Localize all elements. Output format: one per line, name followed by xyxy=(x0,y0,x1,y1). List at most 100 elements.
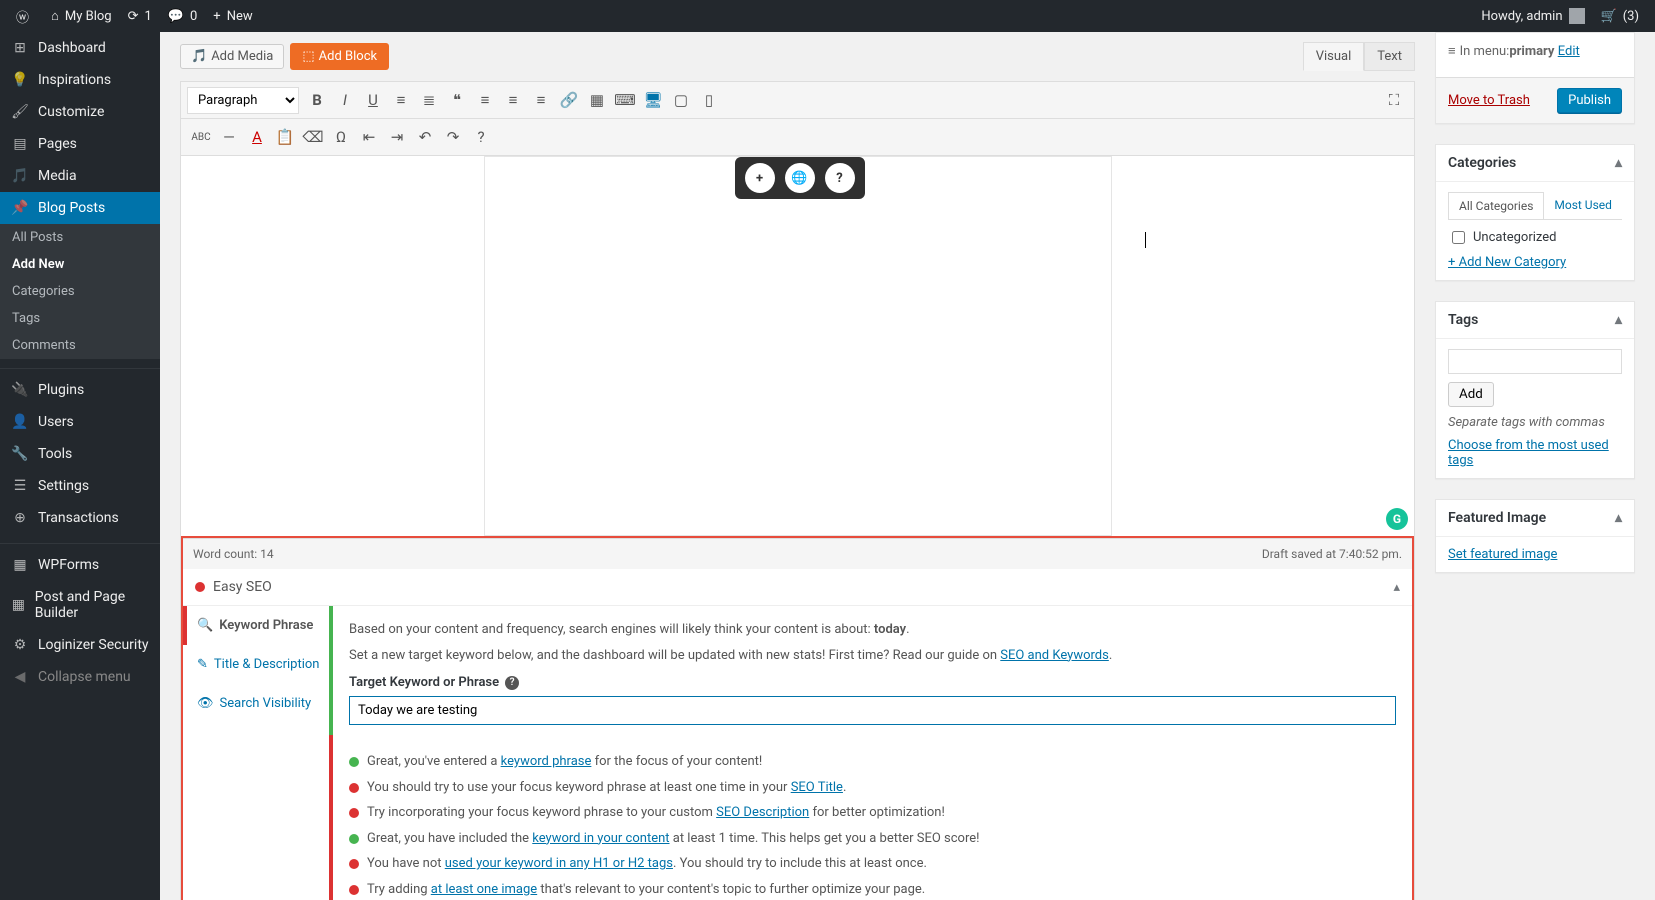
visual-tab[interactable]: Visual xyxy=(1303,42,1365,71)
menu-customize[interactable]: 🖌Customize xyxy=(0,96,160,128)
menu-plugins[interactable]: 🔌Plugins xyxy=(0,374,160,406)
grammarly-icon[interactable]: G xyxy=(1386,508,1408,530)
bold-button[interactable]: B xyxy=(303,86,331,114)
seo-link[interactable]: SEO Title xyxy=(791,780,843,795)
menu-inspirations[interactable]: 💡Inspirations xyxy=(0,64,160,96)
float-help-button[interactable]: ? xyxy=(825,163,855,193)
seo-link[interactable]: at least one image xyxy=(431,882,537,897)
tag-input[interactable] xyxy=(1448,349,1622,374)
align-right-button[interactable]: ≡ xyxy=(527,86,555,114)
target-keyword-input[interactable] xyxy=(349,696,1396,725)
publish-button[interactable]: Publish xyxy=(1557,88,1622,113)
seo-link[interactable]: used your keyword in any H1 or H2 tags xyxy=(445,856,673,871)
sub-tags[interactable]: Tags xyxy=(0,305,160,332)
ul-button[interactable]: ≡ xyxy=(387,86,415,114)
wpforms-icon: ▦ xyxy=(10,557,30,573)
underline-button[interactable]: U xyxy=(359,86,387,114)
add-category-link[interactable]: + Add New Category xyxy=(1448,255,1566,270)
seo-panel-header[interactable]: Easy SEO ▴ xyxy=(183,569,1412,606)
site-home[interactable]: ⌂My Blog xyxy=(43,0,120,32)
device-desktop-button[interactable]: 🖥 xyxy=(639,86,667,114)
menu-ppb[interactable]: ▦Post and Page Builder xyxy=(0,581,160,629)
align-left-button[interactable]: ≡ xyxy=(471,86,499,114)
seo-check-item: You should try to use your focus keyword… xyxy=(349,775,1396,801)
italic-button[interactable]: I xyxy=(331,86,359,114)
keyboard-button[interactable]: ⌨ xyxy=(611,86,639,114)
seo-keywords-link[interactable]: SEO and Keywords xyxy=(1000,648,1109,663)
help-icon[interactable]: ? xyxy=(505,676,519,690)
add-tag-button[interactable]: Add xyxy=(1448,382,1494,407)
menu-tools[interactable]: 🔧Tools xyxy=(0,438,160,470)
outdent-button[interactable]: ⇤ xyxy=(355,123,383,151)
tags-heading: Tags xyxy=(1448,312,1478,328)
cat-tab-all[interactable]: All Categories xyxy=(1448,192,1544,219)
text-tab[interactable]: Text xyxy=(1364,42,1415,71)
indent-button[interactable]: ⇥ xyxy=(383,123,411,151)
sub-categories[interactable]: Categories xyxy=(0,278,160,305)
seo-link[interactable]: SEO Description xyxy=(716,805,809,820)
sub-comments[interactable]: Comments xyxy=(0,332,160,359)
seo-tab-title[interactable]: ✎Title & Description xyxy=(183,645,332,684)
menu-dashboard[interactable]: ⊞Dashboard xyxy=(0,32,160,64)
featured-heading: Featured Image xyxy=(1448,510,1546,526)
menu-transactions[interactable]: ⊕Transactions xyxy=(0,502,160,534)
special-char-button[interactable]: Ω xyxy=(327,123,355,151)
ol-button[interactable]: ≣ xyxy=(415,86,443,114)
quote-button[interactable]: ❝ xyxy=(443,86,471,114)
collapse-icon: ◀ xyxy=(10,669,30,685)
float-add-button[interactable]: + xyxy=(745,163,775,193)
updates[interactable]: ⟳1 xyxy=(120,0,160,32)
device-tablet-button[interactable]: ▢ xyxy=(667,86,695,114)
help-icon[interactable]: ? xyxy=(467,123,495,151)
seo-toggle-icon[interactable]: ▴ xyxy=(1393,580,1400,595)
menu-media[interactable]: 🎵Media xyxy=(0,160,160,192)
seo-highlight-region: Word count: 14 Draft saved at 7:40:52 pm… xyxy=(181,536,1414,900)
seo-link[interactable]: keyword in your content xyxy=(532,831,669,846)
toggle-icon[interactable]: ▴ xyxy=(1615,312,1622,328)
comments-count[interactable]: 💬0 xyxy=(160,0,206,32)
undo-button[interactable]: ↶ xyxy=(411,123,439,151)
menu-users[interactable]: 👤Users xyxy=(0,406,160,438)
howdy-account[interactable]: Howdy, admin xyxy=(1473,0,1592,32)
seo-tab-keyword[interactable]: 🔍Keyword Phrase xyxy=(183,606,332,645)
add-block-button[interactable]: ⬚Add Block xyxy=(290,43,389,70)
sub-all-posts[interactable]: All Posts xyxy=(0,224,160,251)
redo-button[interactable]: ↷ xyxy=(439,123,467,151)
text-color-button[interactable]: A xyxy=(243,123,271,151)
expand-icon[interactable]: ⛶ xyxy=(1380,86,1408,114)
seo-link[interactable]: keyword phrase xyxy=(501,754,592,769)
choose-tags-link[interactable]: Choose from the most used tags xyxy=(1448,438,1609,468)
link-button[interactable]: 🔗 xyxy=(555,86,583,114)
menu-settings[interactable]: ☰Settings xyxy=(0,470,160,502)
more-button[interactable]: ▦ xyxy=(583,86,611,114)
cat-tab-mostused[interactable]: Most Used xyxy=(1544,192,1622,219)
move-to-trash-link[interactable]: Move to Trash xyxy=(1448,93,1530,108)
editor-area[interactable]: + 🌐 ? G xyxy=(181,156,1414,536)
toggle-icon[interactable]: ▴ xyxy=(1615,155,1622,171)
sub-add-new[interactable]: Add New xyxy=(0,251,160,278)
paste-button[interactable]: 📋 xyxy=(271,123,299,151)
cart[interactable]: 🛒(3) xyxy=(1593,0,1647,32)
hr-button[interactable]: — xyxy=(215,123,243,151)
new-content[interactable]: +New xyxy=(205,0,260,32)
menu-collapse[interactable]: ◀Collapse menu xyxy=(0,661,160,693)
abc-strike-button[interactable]: ABC xyxy=(187,123,215,151)
menu-pages[interactable]: ▤Pages xyxy=(0,128,160,160)
format-select[interactable]: Paragraph xyxy=(187,87,299,114)
align-center-button[interactable]: ≡ xyxy=(499,86,527,114)
set-featured-link[interactable]: Set featured image xyxy=(1448,547,1557,562)
in-menu-row: ≡ In menu: primary Edit xyxy=(1448,43,1622,59)
seo-status-dot xyxy=(195,582,205,592)
seo-tab-visibility[interactable]: 👁Search Visibility xyxy=(183,684,332,723)
float-globe-button[interactable]: 🌐 xyxy=(785,163,815,193)
toggle-icon[interactable]: ▴ xyxy=(1615,510,1622,526)
add-media-button[interactable]: 🎵Add Media xyxy=(180,44,284,69)
edit-menu-link[interactable]: Edit xyxy=(1558,44,1580,59)
wp-menu-icon[interactable]: ⓦ xyxy=(8,0,43,32)
menu-wpforms[interactable]: ▦WPForms xyxy=(0,549,160,581)
device-phone-button[interactable]: ▯ xyxy=(695,86,723,114)
uncategorized-checkbox[interactable] xyxy=(1452,231,1465,244)
menu-blog-posts[interactable]: 📌Blog Posts xyxy=(0,192,160,224)
clear-format-button[interactable]: ⌫ xyxy=(299,123,327,151)
menu-loginizer[interactable]: ⚙Loginizer Security xyxy=(0,629,160,661)
